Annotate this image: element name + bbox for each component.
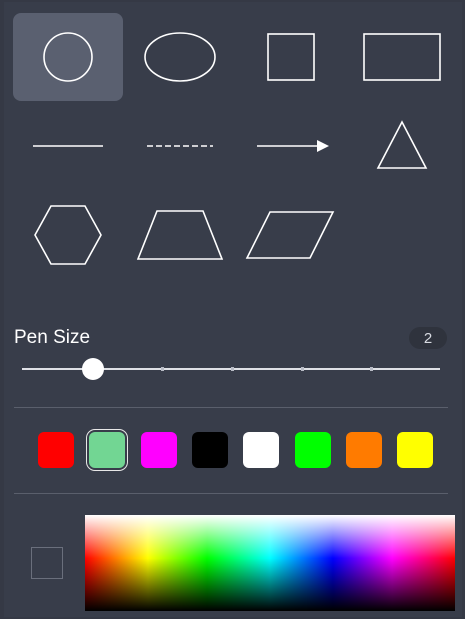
shape-circle-button[interactable] (13, 13, 123, 101)
color-swatch[interactable] (295, 432, 331, 468)
shape-trapezoid-button[interactable] (125, 191, 235, 279)
circle-icon (43, 32, 93, 82)
slider-tick (300, 367, 304, 371)
arrow-icon (257, 140, 329, 152)
ellipse-icon (144, 32, 216, 82)
color-spectrum-picker[interactable] (85, 515, 455, 611)
square-icon (267, 33, 315, 81)
slider-thumb[interactable] (82, 358, 105, 380)
shape-arrow-button[interactable] (236, 102, 346, 190)
divider (14, 407, 448, 408)
pen-size-slider[interactable] (22, 358, 440, 380)
pen-size-value: 2 (409, 327, 447, 349)
shape-dashed-line-button[interactable] (125, 102, 235, 190)
shape-square-button[interactable] (236, 13, 346, 101)
shape-rectangle-button[interactable] (347, 13, 457, 101)
pen-size-label: Pen Size (14, 327, 91, 348)
current-color-preview[interactable] (31, 547, 63, 579)
shape-line-button[interactable] (13, 102, 123, 190)
dashed-line-icon (147, 145, 213, 147)
slider-tick (231, 367, 234, 371)
color-swatch[interactable] (141, 432, 177, 468)
slider-tick (370, 367, 374, 371)
color-swatch[interactable] (192, 432, 228, 468)
shape-ellipse-button[interactable] (125, 13, 235, 101)
color-swatch[interactable] (38, 432, 74, 468)
line-icon (33, 145, 103, 147)
shape-hexagon-button[interactable] (13, 191, 123, 279)
shape-triangle-button[interactable] (347, 102, 457, 190)
slider-tick (161, 367, 165, 371)
color-swatch[interactable] (397, 432, 433, 468)
rectangle-icon (363, 33, 441, 81)
shape-parallelogram-button[interactable] (236, 191, 346, 279)
color-swatch[interactable] (346, 432, 382, 468)
triangle-icon (376, 120, 428, 169)
color-swatch[interactable] (243, 432, 279, 468)
parallelogram-icon (245, 211, 335, 259)
trapezoid-icon (136, 210, 224, 260)
color-swatch[interactable] (86, 429, 128, 471)
hexagon-icon (34, 205, 102, 265)
divider (14, 493, 448, 494)
